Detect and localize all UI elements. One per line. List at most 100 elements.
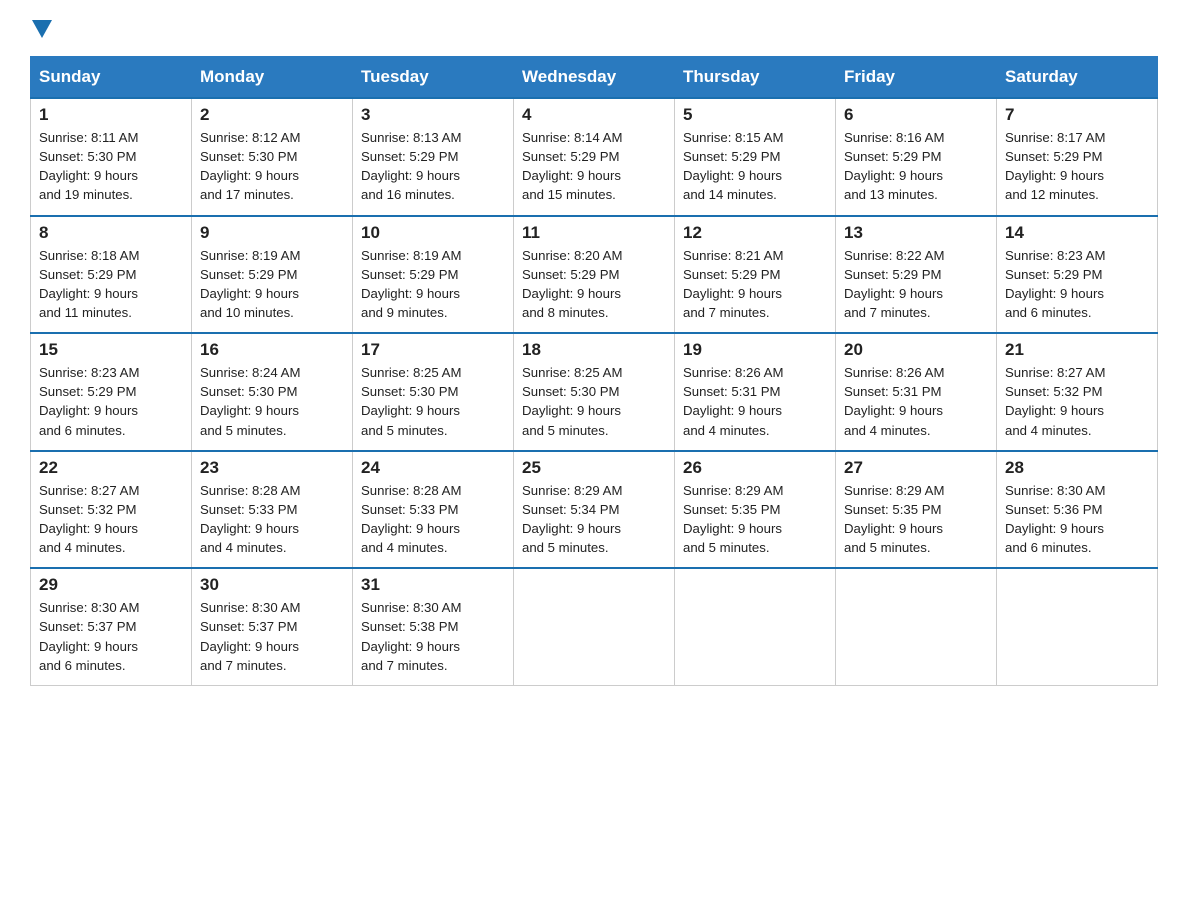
- calendar-cell: 8 Sunrise: 8:18 AMSunset: 5:29 PMDaylight…: [31, 216, 192, 334]
- day-info: Sunrise: 8:26 AMSunset: 5:31 PMDaylight:…: [683, 363, 827, 440]
- calendar-cell: 13 Sunrise: 8:22 AMSunset: 5:29 PMDayligh…: [836, 216, 997, 334]
- calendar-cell: [675, 568, 836, 685]
- calendar-cell: [836, 568, 997, 685]
- day-number: 17: [361, 340, 505, 360]
- week-row-2: 8 Sunrise: 8:18 AMSunset: 5:29 PMDaylight…: [31, 216, 1158, 334]
- day-number: 25: [522, 458, 666, 478]
- calendar-cell: 10Sunrise: 8:19 AMSunset: 5:29 PMDayligh…: [353, 216, 514, 334]
- day-number: 26: [683, 458, 827, 478]
- day-number: 18: [522, 340, 666, 360]
- day-info: Sunrise: 8:22 AMSunset: 5:29 PMDaylight:…: [844, 246, 988, 323]
- calendar-cell: [514, 568, 675, 685]
- calendar-cell: 28Sunrise: 8:30 AMSunset: 5:36 PMDayligh…: [997, 451, 1158, 569]
- day-number: 19: [683, 340, 827, 360]
- day-number: 6: [844, 105, 988, 125]
- calendar-cell: 15 Sunrise: 8:23 AMSunset: 5:29 PMDayligh…: [31, 333, 192, 451]
- calendar-cell: 21Sunrise: 8:27 AMSunset: 5:32 PMDayligh…: [997, 333, 1158, 451]
- day-number: 16: [200, 340, 344, 360]
- day-info: Sunrise: 8:20 AMSunset: 5:29 PMDaylight:…: [522, 246, 666, 323]
- day-info: Sunrise: 8:12 AMSunset: 5:30 PMDaylight:…: [200, 128, 344, 205]
- calendar-cell: 22Sunrise: 8:27 AMSunset: 5:32 PMDayligh…: [31, 451, 192, 569]
- week-row-4: 22Sunrise: 8:27 AMSunset: 5:32 PMDayligh…: [31, 451, 1158, 569]
- day-number: 12: [683, 223, 827, 243]
- calendar-cell: 1 Sunrise: 8:11 AMSunset: 5:30 PMDaylight…: [31, 98, 192, 216]
- day-info: Sunrise: 8:17 AMSunset: 5:29 PMDaylight:…: [1005, 128, 1149, 205]
- page-header: [30, 20, 1158, 38]
- header-day-tuesday: Tuesday: [353, 57, 514, 99]
- day-info: Sunrise: 8:24 AMSunset: 5:30 PMDaylight:…: [200, 363, 344, 440]
- day-number: 7: [1005, 105, 1149, 125]
- calendar-cell: 6 Sunrise: 8:16 AMSunset: 5:29 PMDaylight…: [836, 98, 997, 216]
- day-info: Sunrise: 8:19 AMSunset: 5:29 PMDaylight:…: [361, 246, 505, 323]
- calendar-cell: 26Sunrise: 8:29 AMSunset: 5:35 PMDayligh…: [675, 451, 836, 569]
- calendar-cell: 24 Sunrise: 8:28 AMSunset: 5:33 PMDayligh…: [353, 451, 514, 569]
- day-info: Sunrise: 8:29 AMSunset: 5:35 PMDaylight:…: [844, 481, 988, 558]
- header-day-friday: Friday: [836, 57, 997, 99]
- calendar-cell: 20 Sunrise: 8:26 AMSunset: 5:31 PMDayligh…: [836, 333, 997, 451]
- day-number: 1: [39, 105, 183, 125]
- calendar-cell: 25 Sunrise: 8:29 AMSunset: 5:34 PMDayligh…: [514, 451, 675, 569]
- day-info: Sunrise: 8:26 AMSunset: 5:31 PMDaylight:…: [844, 363, 988, 440]
- day-info: Sunrise: 8:28 AMSunset: 5:33 PMDaylight:…: [361, 481, 505, 558]
- day-number: 28: [1005, 458, 1149, 478]
- day-number: 3: [361, 105, 505, 125]
- day-number: 15: [39, 340, 183, 360]
- day-number: 21: [1005, 340, 1149, 360]
- calendar-cell: 27 Sunrise: 8:29 AMSunset: 5:35 PMDayligh…: [836, 451, 997, 569]
- calendar-cell: 11 Sunrise: 8:20 AMSunset: 5:29 PMDayligh…: [514, 216, 675, 334]
- calendar-cell: 17 Sunrise: 8:25 AMSunset: 5:30 PMDayligh…: [353, 333, 514, 451]
- day-info: Sunrise: 8:29 AMSunset: 5:34 PMDaylight:…: [522, 481, 666, 558]
- day-info: Sunrise: 8:11 AMSunset: 5:30 PMDaylight:…: [39, 128, 183, 205]
- day-number: 24: [361, 458, 505, 478]
- day-info: Sunrise: 8:30 AMSunset: 5:37 PMDaylight:…: [39, 598, 183, 675]
- day-number: 23: [200, 458, 344, 478]
- calendar-cell: 3 Sunrise: 8:13 AMSunset: 5:29 PMDaylight…: [353, 98, 514, 216]
- week-row-1: 1 Sunrise: 8:11 AMSunset: 5:30 PMDaylight…: [31, 98, 1158, 216]
- calendar-cell: [997, 568, 1158, 685]
- day-info: Sunrise: 8:25 AMSunset: 5:30 PMDaylight:…: [361, 363, 505, 440]
- header-day-sunday: Sunday: [31, 57, 192, 99]
- day-info: Sunrise: 8:23 AMSunset: 5:29 PMDaylight:…: [39, 363, 183, 440]
- calendar-cell: 9 Sunrise: 8:19 AMSunset: 5:29 PMDaylight…: [192, 216, 353, 334]
- header-day-monday: Monday: [192, 57, 353, 99]
- week-row-5: 29 Sunrise: 8:30 AMSunset: 5:37 PMDayligh…: [31, 568, 1158, 685]
- day-info: Sunrise: 8:15 AMSunset: 5:29 PMDaylight:…: [683, 128, 827, 205]
- day-number: 20: [844, 340, 988, 360]
- day-number: 5: [683, 105, 827, 125]
- week-row-3: 15 Sunrise: 8:23 AMSunset: 5:29 PMDayligh…: [31, 333, 1158, 451]
- day-info: Sunrise: 8:30 AMSunset: 5:37 PMDaylight:…: [200, 598, 344, 675]
- header-row: SundayMondayTuesdayWednesdayThursdayFrid…: [31, 57, 1158, 99]
- calendar-cell: 7 Sunrise: 8:17 AMSunset: 5:29 PMDaylight…: [997, 98, 1158, 216]
- day-number: 29: [39, 575, 183, 595]
- day-number: 13: [844, 223, 988, 243]
- day-info: Sunrise: 8:30 AMSunset: 5:38 PMDaylight:…: [361, 598, 505, 675]
- day-info: Sunrise: 8:21 AMSunset: 5:29 PMDaylight:…: [683, 246, 827, 323]
- day-number: 9: [200, 223, 344, 243]
- day-number: 27: [844, 458, 988, 478]
- day-info: Sunrise: 8:18 AMSunset: 5:29 PMDaylight:…: [39, 246, 183, 323]
- calendar-table: SundayMondayTuesdayWednesdayThursdayFrid…: [30, 56, 1158, 686]
- calendar-cell: 18Sunrise: 8:25 AMSunset: 5:30 PMDayligh…: [514, 333, 675, 451]
- day-number: 8: [39, 223, 183, 243]
- calendar-cell: 2 Sunrise: 8:12 AMSunset: 5:30 PMDaylight…: [192, 98, 353, 216]
- calendar-cell: 14Sunrise: 8:23 AMSunset: 5:29 PMDayligh…: [997, 216, 1158, 334]
- day-number: 4: [522, 105, 666, 125]
- day-info: Sunrise: 8:28 AMSunset: 5:33 PMDaylight:…: [200, 481, 344, 558]
- day-info: Sunrise: 8:13 AMSunset: 5:29 PMDaylight:…: [361, 128, 505, 205]
- calendar-cell: 4Sunrise: 8:14 AMSunset: 5:29 PMDaylight…: [514, 98, 675, 216]
- day-info: Sunrise: 8:16 AMSunset: 5:29 PMDaylight:…: [844, 128, 988, 205]
- logo-triangle-icon: [32, 20, 52, 38]
- calendar-cell: 12 Sunrise: 8:21 AMSunset: 5:29 PMDayligh…: [675, 216, 836, 334]
- calendar-cell: 19 Sunrise: 8:26 AMSunset: 5:31 PMDayligh…: [675, 333, 836, 451]
- day-number: 30: [200, 575, 344, 595]
- calendar-cell: 5 Sunrise: 8:15 AMSunset: 5:29 PMDaylight…: [675, 98, 836, 216]
- day-number: 2: [200, 105, 344, 125]
- day-info: Sunrise: 8:19 AMSunset: 5:29 PMDaylight:…: [200, 246, 344, 323]
- day-info: Sunrise: 8:27 AMSunset: 5:32 PMDaylight:…: [39, 481, 183, 558]
- logo: [30, 20, 54, 38]
- calendar-cell: 16 Sunrise: 8:24 AMSunset: 5:30 PMDayligh…: [192, 333, 353, 451]
- day-number: 31: [361, 575, 505, 595]
- day-number: 11: [522, 223, 666, 243]
- header-day-saturday: Saturday: [997, 57, 1158, 99]
- header-day-wednesday: Wednesday: [514, 57, 675, 99]
